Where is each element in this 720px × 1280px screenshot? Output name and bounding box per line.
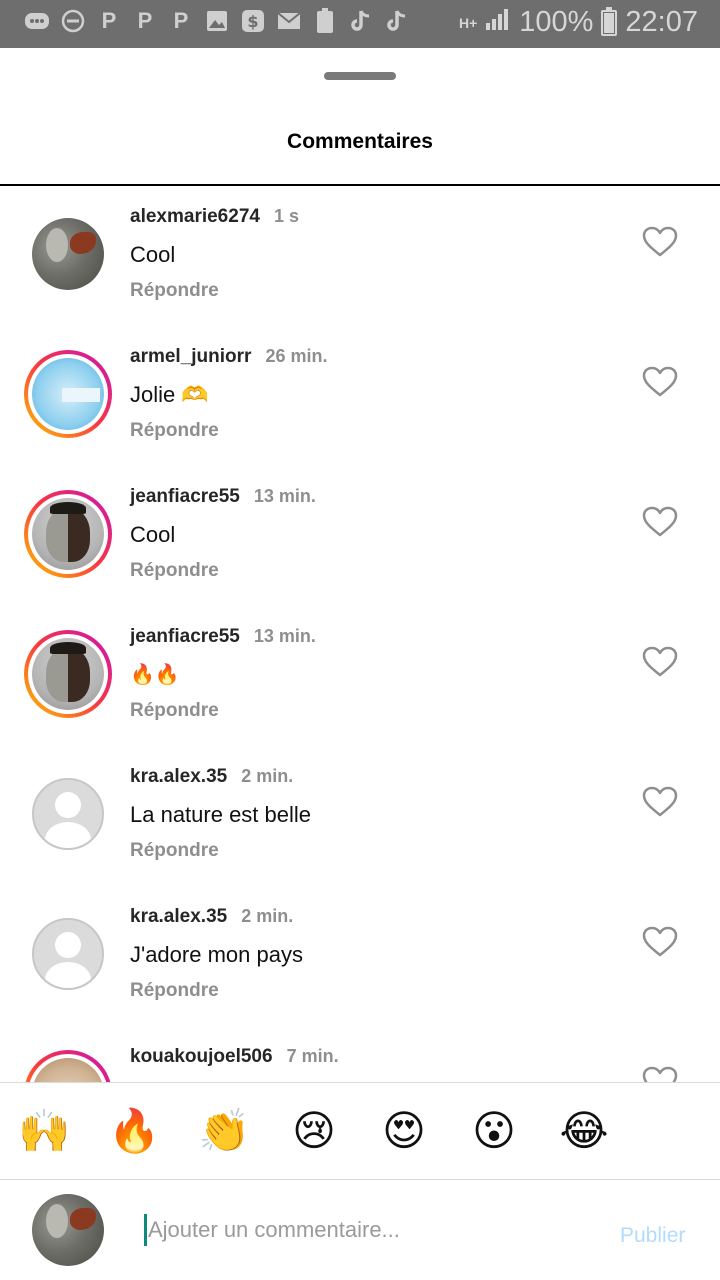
default-avatar-icon (32, 918, 104, 990)
reply-button[interactable]: Répondre (130, 420, 219, 442)
svg-text:$: $ (247, 12, 258, 31)
comment-text: Cool (130, 522, 176, 547)
emoji-crying[interactable]: 😢 (288, 1105, 340, 1157)
heart-icon[interactable] (642, 366, 678, 398)
avatar-story-ring[interactable] (24, 630, 112, 718)
battery-icon (601, 6, 618, 36)
comment-item: kouakoujoel506 7 min. (0, 1026, 720, 1082)
comment-username[interactable]: alexmarie6274 (130, 206, 260, 228)
publish-button[interactable]: Publier (620, 1224, 685, 1248)
comment-text: Jolie 🫶 (130, 382, 209, 407)
tiktok-icon (348, 8, 374, 34)
avatar-story-ring[interactable] (24, 490, 112, 578)
p-icon: P (101, 8, 117, 33)
comment-text: Cool (130, 242, 176, 267)
comment-item: alexmarie6274 1 s Cool Répondre (0, 186, 720, 326)
comment-username[interactable]: kouakoujoel506 (130, 1046, 273, 1068)
emoji-raising-hands[interactable]: 🙌 (18, 1105, 70, 1157)
reply-button[interactable]: Répondre (130, 840, 219, 862)
comment-item: kra.alex.35 2 min. La nature est belle R… (0, 746, 720, 886)
heart-icon[interactable] (642, 926, 678, 958)
heart-icon[interactable] (642, 1066, 678, 1082)
avatar-story-ring[interactable] (24, 1050, 112, 1082)
comment-meta: alexmarie6274 1 s (130, 206, 299, 228)
reply-button[interactable]: Répondre (130, 700, 219, 722)
battery-100-icon (312, 8, 338, 34)
avatar-image (32, 498, 104, 570)
comment-username[interactable]: kra.alex.35 (130, 906, 227, 928)
p-icon: P (173, 8, 189, 33)
emoji-clapping[interactable]: 👏 (198, 1105, 250, 1157)
status-bar: P P P $ H+ 100% 22:07 (0, 0, 720, 48)
clock: 22:07 (625, 6, 698, 38)
sheet-title: Commentaires (287, 130, 433, 153)
notification-icons: P P P $ (24, 8, 410, 34)
comments-sheet: Commentaires alexmarie6274 1 s Cool Répo… (0, 48, 720, 1280)
comment-text: La nature est belle (130, 802, 312, 827)
comment-meta: kra.alex.35 2 min. (130, 766, 293, 788)
reply-button[interactable]: Répondre (130, 980, 219, 1002)
comment-username[interactable]: jeanfiacre55 (130, 626, 240, 648)
default-avatar-icon (32, 778, 104, 850)
comment-item: jeanfiacre55 13 min. Cool Répondre (0, 466, 720, 606)
avatar[interactable] (24, 210, 112, 298)
avatar-image (32, 358, 104, 430)
heart-icon[interactable] (642, 786, 678, 818)
comment-time: 26 min. (265, 346, 328, 366)
drag-handle[interactable] (324, 72, 396, 80)
reply-button[interactable]: Répondre (130, 280, 219, 302)
comment-time: 1 s (273, 206, 299, 226)
avatar (32, 1194, 104, 1266)
comments-list[interactable]: alexmarie6274 1 s Cool Répondre armel_ju… (0, 186, 720, 1082)
emoji-surprised[interactable]: 😮 (468, 1105, 520, 1157)
comment-text: 🔥🔥 (130, 662, 180, 686)
tiktok-icon (384, 8, 410, 34)
quick-emoji-bar: 🙌 🔥 👏 😢 😍 😮 😂 (0, 1082, 720, 1180)
comment-time: 7 min. (286, 1046, 339, 1066)
comment-time: 13 min. (253, 486, 316, 506)
heart-icon[interactable] (642, 226, 678, 258)
emoji-heart-eyes[interactable]: 😍 (378, 1105, 430, 1157)
p-icon: P (137, 8, 153, 33)
comment-meta: armel_juniorr 26 min. (130, 346, 327, 368)
money-icon: $ (240, 8, 266, 34)
emoji-tears-of-joy[interactable]: 😂 (558, 1105, 610, 1157)
comment-text: J'adore mon pays (130, 942, 303, 967)
avatar-image (32, 638, 104, 710)
comment-meta: jeanfiacre55 13 min. (130, 626, 316, 648)
status-right: H+ 100% 22:07 (459, 6, 698, 39)
comment-composer: Publier (0, 1180, 720, 1280)
heart-icon[interactable] (642, 506, 678, 538)
comment-item: kra.alex.35 2 min. J'adore mon pays Répo… (0, 886, 720, 1026)
heart-icon[interactable] (642, 646, 678, 678)
gallery-icon (204, 8, 230, 34)
avatar[interactable] (24, 770, 112, 858)
messenger-icon (24, 8, 50, 34)
battery-percent: 100% (519, 6, 594, 38)
avatar-image (32, 218, 104, 290)
comment-item: armel_juniorr 26 min. Jolie 🫶 Répondre (0, 326, 720, 466)
comment-time: 2 min. (241, 906, 294, 926)
comment-username[interactable]: kra.alex.35 (130, 766, 227, 788)
comment-username[interactable]: jeanfiacre55 (130, 486, 240, 508)
comment-meta: jeanfiacre55 13 min. (130, 486, 316, 508)
dnd-icon (60, 8, 86, 34)
comment-meta: kouakoujoel506 7 min. (130, 1046, 339, 1068)
comment-item: jeanfiacre55 13 min. 🔥🔥 Répondre (0, 606, 720, 746)
emoji-fire[interactable]: 🔥 (108, 1105, 160, 1157)
avatar-story-ring[interactable] (24, 350, 112, 438)
comment-time: 13 min. (253, 626, 316, 646)
avatar[interactable] (24, 910, 112, 998)
comment-input[interactable] (144, 1214, 584, 1246)
reply-button[interactable]: Répondre (130, 560, 219, 582)
comment-username[interactable]: armel_juniorr (130, 346, 251, 368)
comment-meta: kra.alex.35 2 min. (130, 906, 293, 928)
comment-time: 2 min. (241, 766, 294, 786)
signal-icon (485, 6, 511, 39)
mail-icon (276, 8, 302, 34)
network-type: H+ (458, 14, 478, 31)
